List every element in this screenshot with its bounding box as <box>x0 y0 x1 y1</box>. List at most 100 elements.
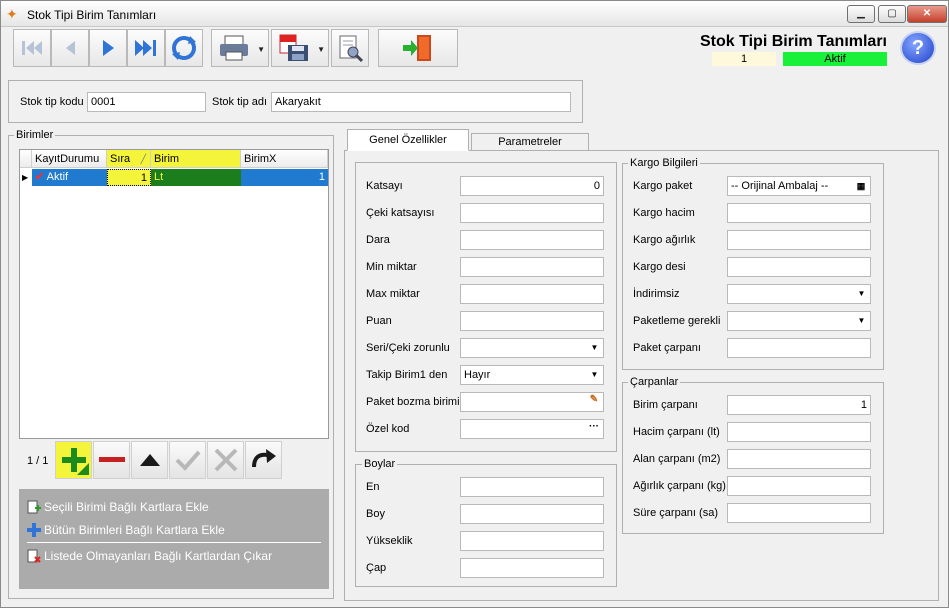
kargo-desi-label: Kargo desi <box>633 261 686 273</box>
min-miktar-label: Min miktar <box>366 261 417 273</box>
ceki-katsayisi-input[interactable] <box>460 203 604 223</box>
settings-button[interactable] <box>331 29 369 67</box>
kargo-desi-input[interactable] <box>727 257 871 277</box>
alan-carpani-label: Alan çarpanı (m2) <box>633 453 721 465</box>
tools-icon <box>339 35 363 62</box>
pdf-dropdown-icon: ▼ <box>317 45 325 54</box>
kargo-paket-input[interactable]: -- Orijinal Ambalaj -- ▦ <box>727 176 871 196</box>
minus-icon <box>98 457 125 462</box>
add-row-button[interactable] <box>55 441 92 479</box>
tab-genel-ozellikler[interactable]: Genel Özellikler <box>347 129 469 151</box>
paketleme-select[interactable]: ▼ <box>727 311 871 331</box>
hacim-carpani-input[interactable] <box>727 422 871 442</box>
printer-icon <box>220 35 248 61</box>
triangle-up-icon <box>139 454 160 466</box>
next-record-button[interactable] <box>89 29 127 67</box>
refresh-grid-button[interactable] <box>245 441 282 479</box>
alan-carpani-input[interactable] <box>727 449 871 469</box>
add-all-units-link[interactable]: Bütün Birimleri Bağlı Kartlara Ekle <box>27 523 225 537</box>
last-record-button[interactable] <box>127 29 165 67</box>
kargo-hacim-label: Kargo hacim <box>633 207 695 219</box>
check-mark-icon: ✔ <box>35 171 45 183</box>
en-input[interactable] <box>460 477 604 497</box>
units-grid[interactable]: KayıtDurumu Sıra ╱ Birim BirimX ▶ ✔ Aktif… <box>19 149 329 439</box>
chevron-down-icon[interactable]: ▼ <box>587 340 602 356</box>
stock-code-input[interactable]: 0001 <box>87 92 206 112</box>
row-birim-cell[interactable]: Lt <box>151 169 241 186</box>
paket-bozma-input[interactable]: ✎ <box>460 392 604 412</box>
cargo-info-group: Kargo Bilgileri Kargo paket -- Orijinal … <box>622 157 884 370</box>
print-button[interactable]: ▼ <box>211 29 269 67</box>
boy-input[interactable] <box>460 504 604 524</box>
paket-carpani-input[interactable] <box>727 338 871 358</box>
takip-birim-select[interactable]: Hayır ▼ <box>460 365 604 385</box>
tab-parametreler[interactable]: Parametreler <box>471 133 589 151</box>
column-header-birim[interactable]: Birim <box>151 150 241 168</box>
kargo-hacim-input[interactable] <box>727 203 871 223</box>
yukseklik-label: Yükseklik <box>366 535 413 547</box>
sure-carpani-input[interactable] <box>727 503 871 523</box>
grid-corner <box>20 150 32 168</box>
pdf-export-button[interactable]: ▼ <box>271 29 329 67</box>
confirm-button[interactable] <box>169 441 206 479</box>
column-header-kayitdurumu[interactable]: KayıtDurumu <box>32 150 107 168</box>
cap-label: Çap <box>366 562 387 574</box>
min-miktar-input[interactable] <box>460 257 604 277</box>
move-up-button[interactable] <box>131 441 168 479</box>
katsayi-label: Katsayı <box>366 180 403 192</box>
row-status-text: Aktif <box>46 171 69 183</box>
multipliers-group: Çarpanlar Birim çarpanı 1 Hacim çarpanı … <box>622 376 884 534</box>
remove-unlisted-link[interactable]: Listede Olmayanları Bağlı Kartlardan Çık… <box>27 549 272 563</box>
chevron-down-icon[interactable]: ▼ <box>854 313 869 329</box>
ozel-kod-input[interactable]: ··· <box>460 419 604 439</box>
minimize-button[interactable]: ▁ <box>847 5 875 23</box>
row-birimx-cell[interactable]: 1 <box>241 169 328 186</box>
previous-record-button[interactable] <box>51 29 89 67</box>
add-all-units-text: Bütün Birimleri Bağlı Kartlara Ekle <box>44 523 225 537</box>
kargo-agirlik-input[interactable] <box>727 230 871 250</box>
chevron-down-icon[interactable]: ▼ <box>854 286 869 302</box>
ozel-kod-label: Özel kod <box>366 423 410 435</box>
row-sira-cell[interactable]: 1 <box>107 169 151 186</box>
delete-row-button[interactable] <box>93 441 130 479</box>
birim-carpani-label: Birim çarpanı <box>633 399 698 411</box>
help-button[interactable]: ? <box>900 31 936 65</box>
column-header-birimx[interactable]: BirimX <box>241 150 328 168</box>
close-button[interactable]: ✕ <box>907 5 947 23</box>
seri-ceki-select[interactable]: ▼ <box>460 338 604 358</box>
stock-name-input[interactable]: Akaryakıt <box>271 92 571 112</box>
agirlik-carpani-input[interactable] <box>727 476 871 496</box>
dara-label: Dara <box>366 234 390 246</box>
cancel-button[interactable] <box>207 441 244 479</box>
add-selected-unit-link[interactable]: Seçili Birimi Bağlı Kartlara Ekle <box>27 500 209 514</box>
birim-carpani-input[interactable]: 1 <box>727 395 871 415</box>
exit-button[interactable] <box>378 29 458 67</box>
row-indicator-icon: ▶ <box>22 173 29 182</box>
row-status-cell[interactable]: ✔ Aktif <box>32 169 107 186</box>
remove-unlisted-text: Listede Olmayanları Bağlı Kartlardan Çık… <box>44 549 273 563</box>
first-record-button[interactable] <box>13 29 51 67</box>
main-window: ✦ Stok Tipi Birim Tanımları ▁ ▢ ✕ ▼ ▼ St… <box>0 0 949 608</box>
katsayi-input[interactable]: 0 <box>460 176 604 196</box>
column-header-sira-label: Sıra <box>110 153 131 165</box>
max-miktar-input[interactable] <box>460 284 604 304</box>
chevron-down-icon[interactable]: ▼ <box>587 367 602 383</box>
ceki-katsayisi-label: Çeki katsayısı <box>366 207 435 219</box>
tab-page-genel: Katsayı 0 Çeki katsayısı Dara Min miktar… <box>344 150 939 601</box>
dara-input[interactable] <box>460 230 604 250</box>
cap-input[interactable] <box>460 558 604 578</box>
ellipsis-icon[interactable]: ··· <box>586 421 602 437</box>
paket-bozma-label: Paket bozma birimi <box>366 396 460 408</box>
takip-birim-value: Hayır <box>464 369 491 381</box>
pencil-icon[interactable]: ✎ <box>586 394 602 410</box>
indirimsiz-select[interactable]: ▼ <box>727 284 871 304</box>
grid-picker-icon[interactable]: ▦ <box>853 178 869 194</box>
puan-input[interactable] <box>460 311 604 331</box>
actions-divider <box>27 542 321 543</box>
refresh-button[interactable] <box>165 29 203 67</box>
column-header-sira[interactable]: Sıra ╱ <box>107 150 151 168</box>
maximize-button[interactable]: ▢ <box>878 5 906 23</box>
dimensions-group-title: Boylar <box>362 458 398 470</box>
paket-carpani-label: Paket çarpanı <box>633 342 701 354</box>
yukseklik-input[interactable] <box>460 531 604 551</box>
